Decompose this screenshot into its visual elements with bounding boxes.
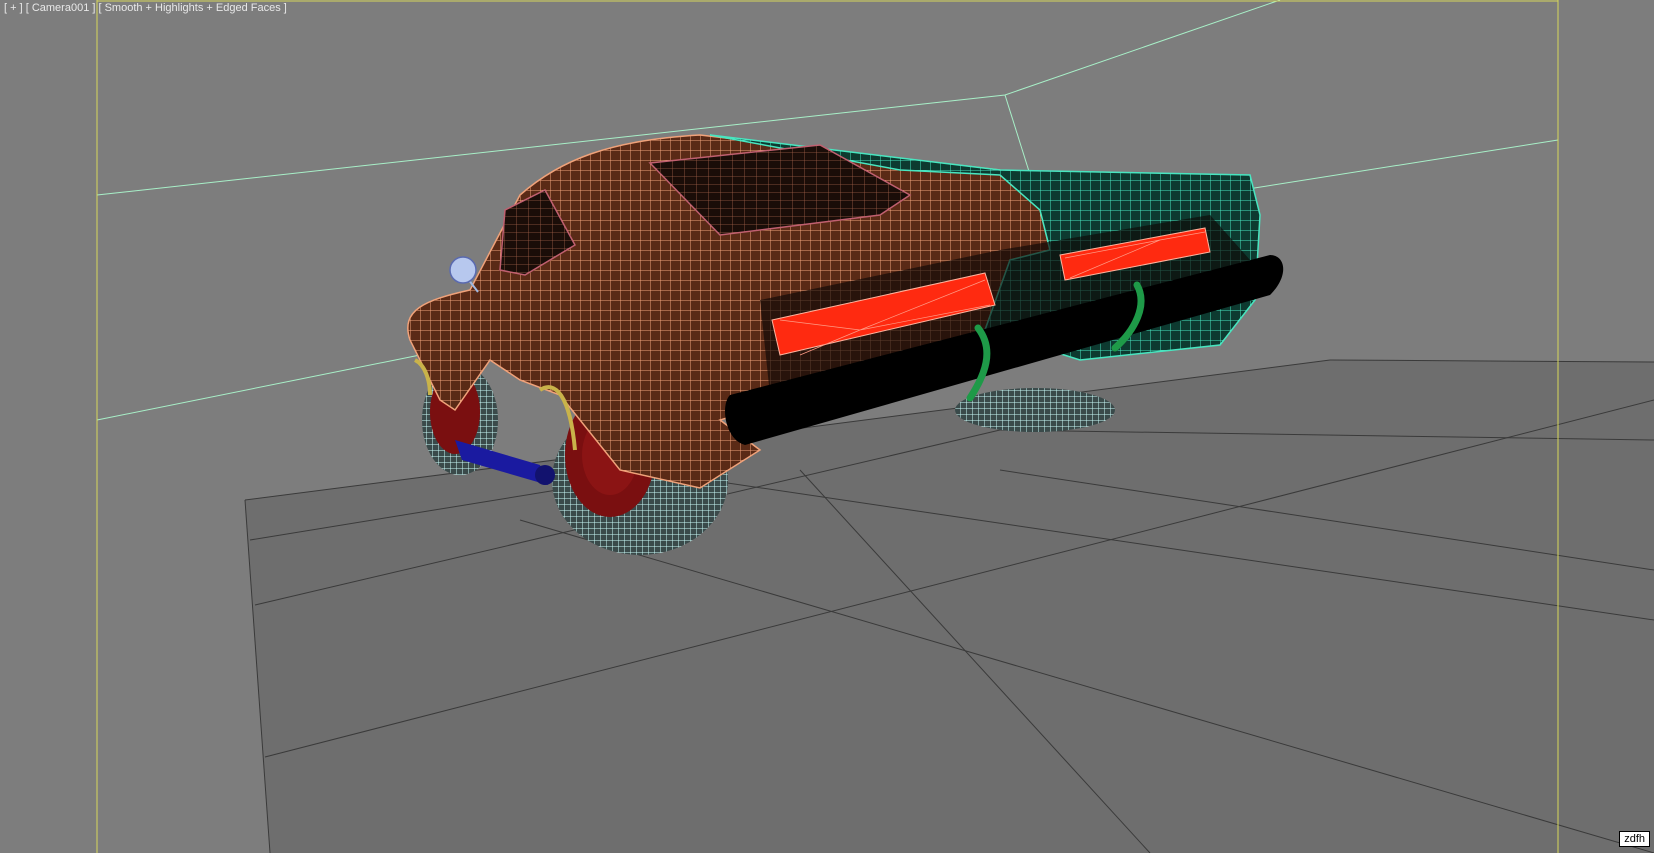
viewport-camera-menu[interactable]: [ Camera001 ] [26, 2, 96, 14]
viewport-shading-menu[interactable]: [ Smooth + Highlights + Edged Faces ] [98, 2, 286, 14]
viewport-menu-button[interactable]: [ + ] [4, 2, 23, 14]
status-badge: zdfh [1619, 831, 1650, 847]
rear-axle-wire [955, 388, 1115, 432]
viewport-scene[interactable] [0, 0, 1654, 853]
side-mirror[interactable] [449, 256, 479, 293]
camera-viewport[interactable]: [ + ] [ Camera001 ] [ Smooth + Highlight… [0, 0, 1654, 853]
viewport-label: [ + ] [ Camera001 ] [ Smooth + Highlight… [4, 2, 287, 14]
